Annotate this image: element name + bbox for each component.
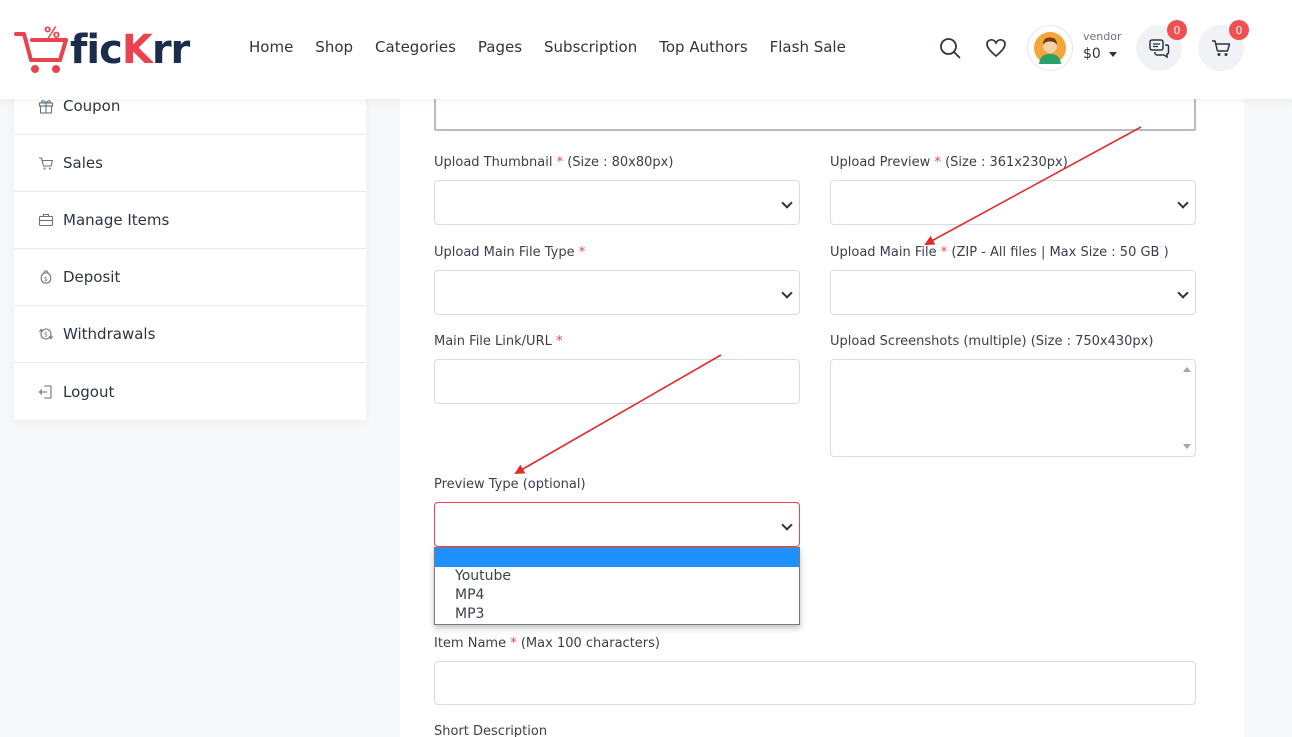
messages-button[interactable]: 0 [1136, 20, 1187, 71]
dropdown-option-empty[interactable] [435, 548, 799, 567]
dropdown-option-mp3[interactable]: MP3 [435, 605, 799, 624]
preview-type-dropdown: Youtube MP4 MP3 [434, 547, 800, 625]
screenshots-label: Upload Screenshots (multiple) (Size : 75… [830, 334, 1154, 349]
money-bag-icon: $ [40, 270, 52, 284]
cart-icon [1212, 40, 1231, 56]
scroll-up-arrow[interactable] [1183, 367, 1191, 372]
nav-pages[interactable]: Pages [478, 38, 522, 56]
description-textarea[interactable] [434, 95, 1196, 131]
main-file-type-select[interactable] [434, 270, 800, 315]
scroll-down-arrow[interactable] [1183, 444, 1191, 449]
sidebar-item-label: Coupon [63, 97, 121, 115]
svg-text:$: $ [44, 332, 48, 339]
logo-cart-icon: % [14, 23, 68, 73]
thumbnail-label: Upload Thumbnail * (Size : 80x80px) [434, 155, 674, 170]
nav-top-authors[interactable]: Top Authors [659, 38, 747, 56]
cart-badge: 0 [1229, 20, 1249, 40]
main-file-link-input[interactable] [434, 359, 800, 404]
main-nav: Home Shop Categories Pages Subscription … [249, 38, 868, 56]
screenshots-multiselect[interactable] [830, 359, 1196, 457]
dropdown-option-mp4[interactable]: MP4 [435, 586, 799, 605]
nav-flash-sale[interactable]: Flash Sale [770, 38, 846, 56]
preview-label: Upload Preview * (Size : 361x230px) [830, 155, 1068, 170]
search-icon[interactable] [938, 36, 962, 60]
account-balance[interactable]: $0 [1083, 46, 1118, 62]
account-role: vendor [1083, 30, 1122, 43]
messages-badge: 0 [1167, 20, 1187, 40]
chat-icon [1149, 39, 1170, 59]
logout-icon [38, 384, 52, 399]
nav-subscription[interactable]: Subscription [544, 38, 637, 56]
main-file-type-label: Upload Main File Type * [434, 245, 586, 260]
sidebar-item-label: Sales [63, 154, 103, 172]
sidebar-item-label: Withdrawals [63, 325, 156, 343]
heart-icon[interactable] [984, 36, 1008, 60]
dashboard-sidebar: Coupon Sales Manage Items $ Deposit $ Wi… [14, 78, 366, 420]
cart-icon [39, 157, 54, 170]
caret-down-icon [1109, 51, 1118, 57]
logo[interactable]: % ficKrr [14, 22, 190, 76]
avatar[interactable] [1027, 25, 1073, 71]
main-file-link-label: Main File Link/URL * [434, 334, 563, 349]
nav-shop[interactable]: Shop [315, 38, 353, 56]
sidebar-item-logout[interactable]: Logout [14, 363, 366, 420]
sidebar-item-label: Deposit [63, 268, 121, 286]
svg-text:$: $ [44, 276, 48, 283]
upload-item-form: Upload Thumbnail * (Size : 80x80px) Uplo… [400, 95, 1244, 737]
sidebar-item-manage-items[interactable]: Manage Items [14, 192, 366, 249]
preview-select[interactable] [830, 180, 1196, 225]
preview-type-label: Preview Type (optional) [434, 477, 586, 492]
sidebar-item-withdrawals[interactable]: $ Withdrawals [14, 306, 366, 363]
short-description-label: Short Description [434, 724, 548, 737]
svg-text:%: % [44, 23, 60, 42]
sidebar-item-label: Logout [63, 382, 115, 401]
sidebar-item-deposit[interactable]: $ Deposit [14, 249, 366, 306]
sidebar-item-sales[interactable]: Sales [14, 135, 366, 192]
money-exchange-icon: $ [39, 328, 53, 340]
main-file-select[interactable] [830, 270, 1196, 315]
nav-categories[interactable]: Categories [375, 38, 456, 56]
thumbnail-select[interactable] [434, 180, 800, 225]
nav-home[interactable]: Home [249, 38, 293, 56]
sidebar-item-label: Manage Items [63, 211, 170, 229]
cart-button[interactable]: 0 [1198, 20, 1249, 71]
site-header: % ficKrr Home Shop Categories Pages Subs… [0, 0, 1292, 99]
briefcase-icon [38, 213, 54, 227]
dropdown-option-youtube[interactable]: Youtube [435, 567, 799, 586]
user-avatar-icon [1034, 32, 1066, 64]
gift-icon [38, 100, 54, 114]
preview-type-select[interactable] [434, 502, 800, 547]
item-name-input[interactable] [434, 661, 1196, 705]
main-file-label: Upload Main File * (ZIP - All files | Ma… [830, 245, 1169, 260]
item-name-label: Item Name * (Max 100 characters) [434, 636, 660, 651]
logo-text: ficKrr [70, 27, 190, 73]
